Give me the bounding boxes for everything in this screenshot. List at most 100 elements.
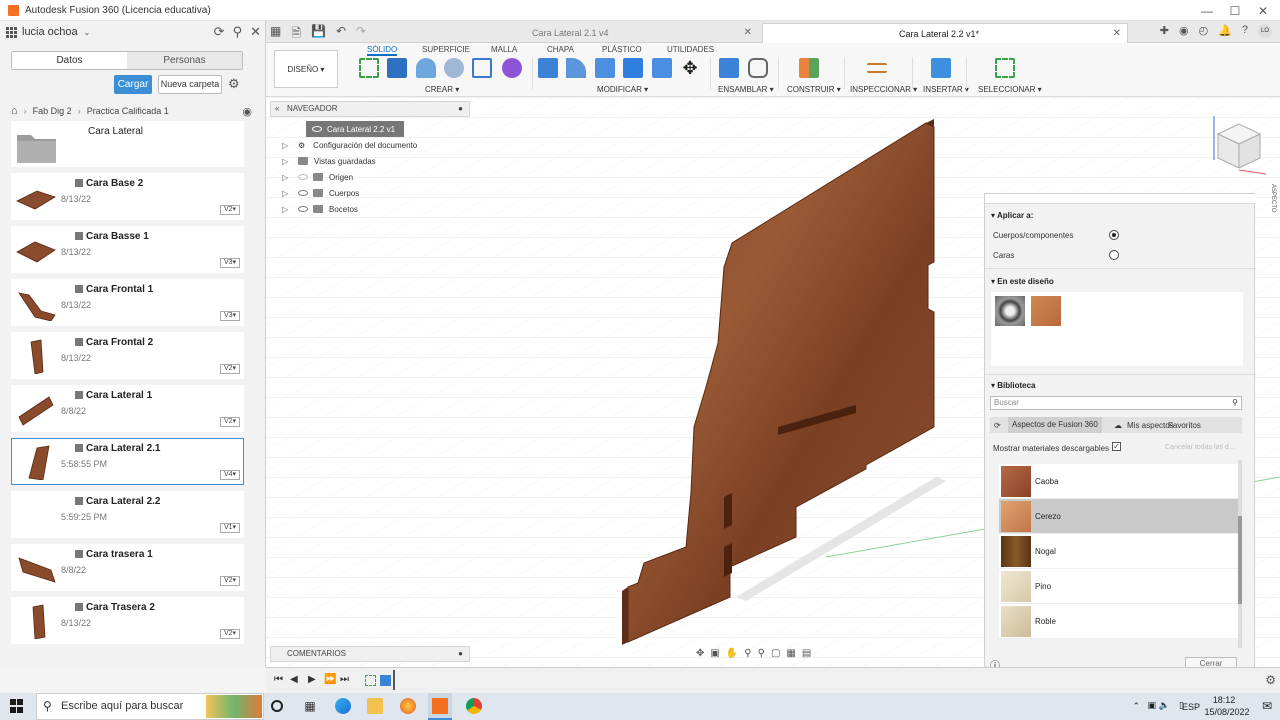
edge-icon[interactable] <box>335 698 351 714</box>
file-item[interactable]: Cara trasera 1 8/8/22 V2▾ <box>11 544 244 591</box>
grid-settings-icon[interactable]: ▦ <box>786 648 795 662</box>
browser-panel-header[interactable]: NAVEGADOR « ● <box>270 101 470 117</box>
version-badge[interactable]: V2▾ <box>220 629 240 639</box>
user-dropdown[interactable]: lucia ochoa <box>22 26 78 38</box>
file-item[interactable]: Cara Base 2 8/13/22 V2▾ <box>11 173 244 220</box>
tab-superficie[interactable]: SUPERFICIE <box>422 45 470 54</box>
expand-triangle-icon[interactable]: ▷ <box>282 189 292 198</box>
material-item-roble[interactable]: Roble <box>999 604 1239 639</box>
tab-favorites[interactable]: Favoritos <box>1168 421 1201 430</box>
show-downloadable-checkbox[interactable]: ✓ <box>1112 442 1121 451</box>
offset-plane-icon[interactable] <box>799 58 819 78</box>
tab-malla[interactable]: MALLA <box>491 45 517 54</box>
redo-icon[interactable]: ↷ <box>356 24 366 45</box>
refresh-icon[interactable]: ⟳ <box>214 24 225 40</box>
radio-bodies[interactable] <box>1109 230 1119 240</box>
fillet-icon[interactable] <box>566 58 586 78</box>
firefox-icon[interactable] <box>400 698 416 714</box>
insert-image-icon[interactable] <box>931 58 951 78</box>
expand-triangle-icon[interactable]: ▷ <box>282 205 292 214</box>
gear-icon[interactable]: ⚙ <box>228 76 240 92</box>
move-icon[interactable]: ✥ <box>680 58 700 78</box>
pattern-icon[interactable] <box>472 58 492 78</box>
visibility-eye-icon[interactable] <box>298 190 308 196</box>
version-badge[interactable]: V2▾ <box>220 417 240 427</box>
in-design-header[interactable]: ▾ En este diseño <box>991 277 1054 286</box>
tab-chapa[interactable]: CHAPA <box>547 45 574 54</box>
help-icon[interactable]: ? <box>1242 24 1248 38</box>
tab-fusion-appearances[interactable]: Aspectos de Fusion 360 <box>1008 417 1102 433</box>
library-search-input[interactable]: Buscar ⚲ <box>990 396 1242 410</box>
network-icon[interactable]: ▣ <box>1147 700 1156 711</box>
material-item-cerezo[interactable]: Cerezo <box>999 499 1239 534</box>
collapse-icon[interactable]: « <box>275 102 279 116</box>
refresh-icon[interactable]: ⟳ <box>994 421 1001 430</box>
breadcrumb-item[interactable]: Fab Dig 2 <box>33 106 72 116</box>
construct-menu[interactable]: CONSTRUIR ▾ <box>787 85 841 94</box>
file-item[interactable]: Cara Lateral 2.1 5:58:55 PM V4▾ <box>11 438 244 485</box>
cancel-all-link[interactable]: Cancelar todas las d... <box>1165 444 1235 451</box>
go-to-end-icon[interactable]: ⏭ <box>340 674 349 685</box>
swatch-wood[interactable] <box>1031 296 1061 326</box>
file-item[interactable]: Cara Lateral 1 8/8/22 V2▾ <box>11 385 244 432</box>
comments-panel-header[interactable]: COMENTARIOS ● <box>270 646 470 662</box>
pin-icon[interactable]: ● <box>458 647 463 661</box>
file-item[interactable]: Cara Basse 1 8/13/22 V3▾ <box>11 226 244 273</box>
avatar[interactable]: LO <box>1258 24 1272 38</box>
version-badge[interactable]: V2▾ <box>220 364 240 374</box>
fit-icon[interactable]: ⚲ <box>758 648 765 662</box>
tab-datos[interactable]: Datos <box>12 52 127 69</box>
version-badge[interactable]: V3▾ <box>220 311 240 321</box>
version-badge[interactable]: V2▾ <box>220 576 240 586</box>
file-explorer-icon[interactable] <box>367 698 383 714</box>
inspect-menu[interactable]: INSPECCIONAR ▾ <box>850 85 917 94</box>
clock-time[interactable]: 18:12 <box>1202 695 1246 705</box>
version-badge[interactable]: V4▾ <box>220 470 240 480</box>
radio-faces[interactable] <box>1109 250 1119 260</box>
chrome-icon[interactable] <box>466 698 482 714</box>
file-item[interactable]: Cara Frontal 2 8/13/22 V2▾ <box>11 332 244 379</box>
upload-button[interactable]: Cargar <box>114 75 152 94</box>
new-component-icon[interactable] <box>719 58 739 78</box>
expand-triangle-icon[interactable]: ▷ <box>282 141 292 150</box>
step-back-icon[interactable]: ◀ <box>290 674 298 685</box>
tab-personas[interactable]: Personas <box>127 52 242 69</box>
pin-icon[interactable]: ● <box>458 102 463 116</box>
revolve-icon[interactable] <box>416 58 436 78</box>
apply-to-header[interactable]: ▾ Aplicar a: <box>991 211 1033 220</box>
look-at-icon[interactable]: ▣ <box>710 648 719 662</box>
display-settings-icon[interactable]: ▢ <box>771 648 780 662</box>
material-item-nogal[interactable]: Nogal <box>999 534 1239 569</box>
appearance-side-tab[interactable]: ASPECTO <box>1264 184 1276 264</box>
browser-item-bodies[interactable]: ▷ Cuerpos <box>282 185 472 201</box>
version-badge[interactable]: V1▾ <box>220 523 240 533</box>
search-icon[interactable]: ⚲ <box>233 24 243 40</box>
create-menu[interactable]: CREAR ▾ <box>425 85 459 94</box>
home-icon[interactable]: ⌂ <box>11 105 18 117</box>
visibility-eye-icon[interactable] <box>312 126 322 132</box>
step-forward-icon[interactable]: ⏩ <box>324 674 336 685</box>
shell-icon[interactable] <box>623 58 643 78</box>
hole-icon[interactable] <box>444 58 464 78</box>
visibility-eye-icon[interactable] <box>298 174 308 180</box>
version-badge[interactable]: V2▾ <box>220 205 240 215</box>
close-icon[interactable]: ✕ <box>1113 24 1121 44</box>
expand-triangle-icon[interactable]: ▷ <box>282 157 292 166</box>
cortana-icon[interactable] <box>271 700 283 712</box>
file-item[interactable]: Cara Lateral 2.2 5:59:25 PM V1▾ <box>11 491 244 538</box>
modify-menu[interactable]: MODIFICAR ▾ <box>597 85 648 94</box>
extensions-icon[interactable]: ◉ <box>1179 24 1189 38</box>
expand-triangle-icon[interactable]: ▷ <box>282 173 292 182</box>
timeline-sketch-icon[interactable] <box>365 675 376 686</box>
workspace-switcher[interactable]: DISEÑO ▾ <box>274 50 338 88</box>
assemble-menu[interactable]: ENSAMBLAR ▾ <box>718 85 774 94</box>
material-item-caoba[interactable]: Caoba <box>999 464 1239 499</box>
notifications-icon[interactable]: 🔔 <box>1218 24 1232 38</box>
browser-root-node[interactable]: Cara Lateral 2.2 v1 <box>306 121 404 137</box>
jobs-icon[interactable]: ◴ <box>1199 24 1209 38</box>
team-icon[interactable]: ◉ <box>242 105 252 118</box>
undo-icon[interactable]: ↶ <box>336 24 346 45</box>
viewports-icon[interactable]: ▤ <box>802 648 811 662</box>
search-icon[interactable]: ⚲ <box>1232 397 1238 409</box>
extrude-icon[interactable] <box>387 58 407 78</box>
